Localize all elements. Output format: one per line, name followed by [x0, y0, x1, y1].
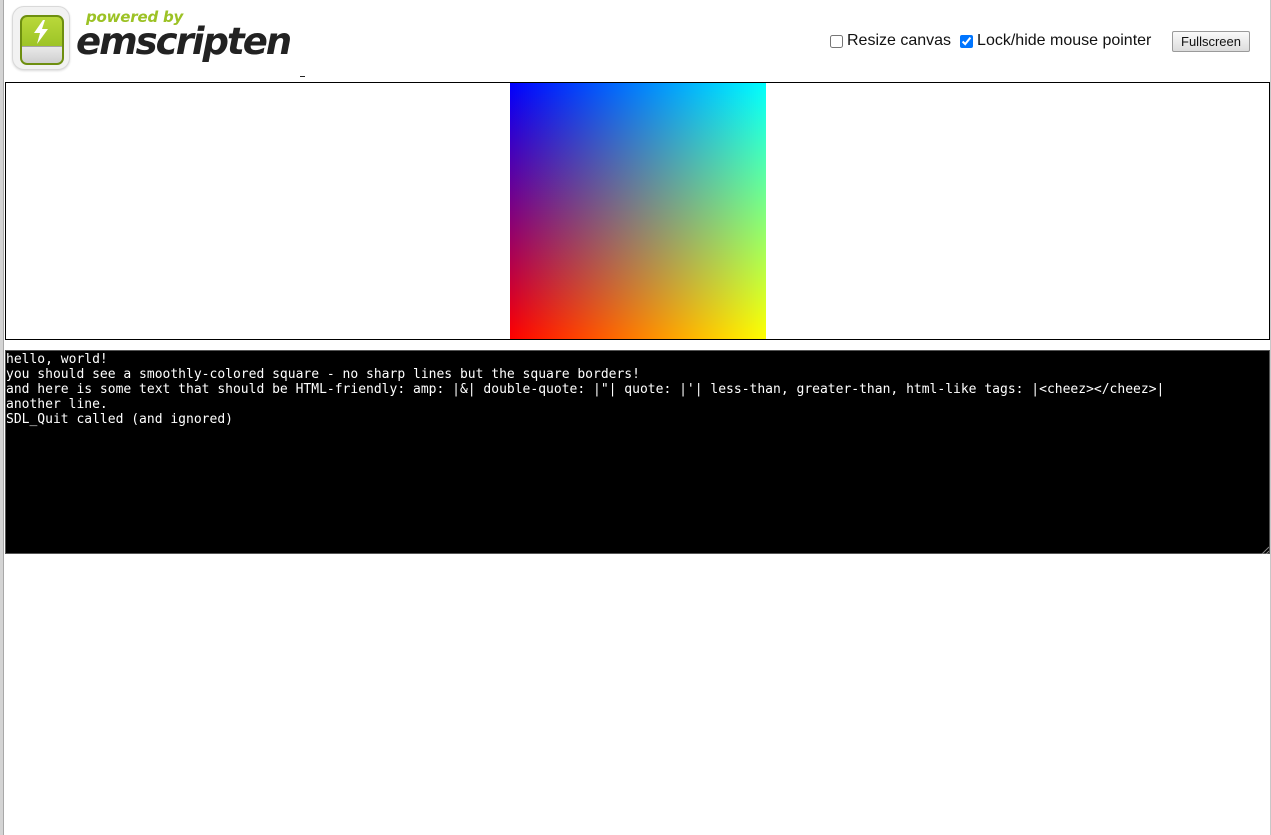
resize-canvas-checkbox[interactable]	[830, 34, 843, 48]
gradient-square-graphic	[510, 83, 766, 339]
lock-pointer-label: Lock/hide mouse pointer	[977, 32, 1152, 49]
logo-wordmark: emscripten	[76, 20, 292, 63]
canvas[interactable]	[5, 82, 1270, 340]
canvas-options: Resize canvas Lock/hide mouse pointer	[830, 31, 1151, 51]
output-line: SDL_Quit called (and ignored)	[6, 412, 233, 427]
output-line: another line.	[6, 397, 108, 412]
resize-grip-icon[interactable]	[1261, 546, 1269, 554]
output-line: you should see a smoothly-colored square…	[6, 367, 640, 382]
output-line: hello, world!	[6, 352, 108, 367]
window-left-edge	[0, 0, 4, 835]
output-line: and here is some text that should be HTM…	[6, 382, 1165, 397]
output-console[interactable]: hello, world! you should see a smoothly-c…	[5, 350, 1270, 554]
lock-pointer-option[interactable]: Lock/hide mouse pointer	[960, 32, 1151, 50]
lightning-bolt-icon	[34, 20, 48, 44]
gradient-square	[510, 83, 766, 339]
fullscreen-button[interactable]: Fullscreen	[1172, 31, 1250, 52]
emscripten-logo: powered by emscripten	[12, 6, 292, 70]
battery-logo-icon	[12, 6, 70, 70]
divider	[300, 76, 305, 77]
lock-pointer-checkbox[interactable]	[960, 34, 974, 48]
resize-canvas-label: Resize canvas	[847, 32, 952, 49]
resize-canvas-option[interactable]: Resize canvas	[830, 32, 951, 50]
